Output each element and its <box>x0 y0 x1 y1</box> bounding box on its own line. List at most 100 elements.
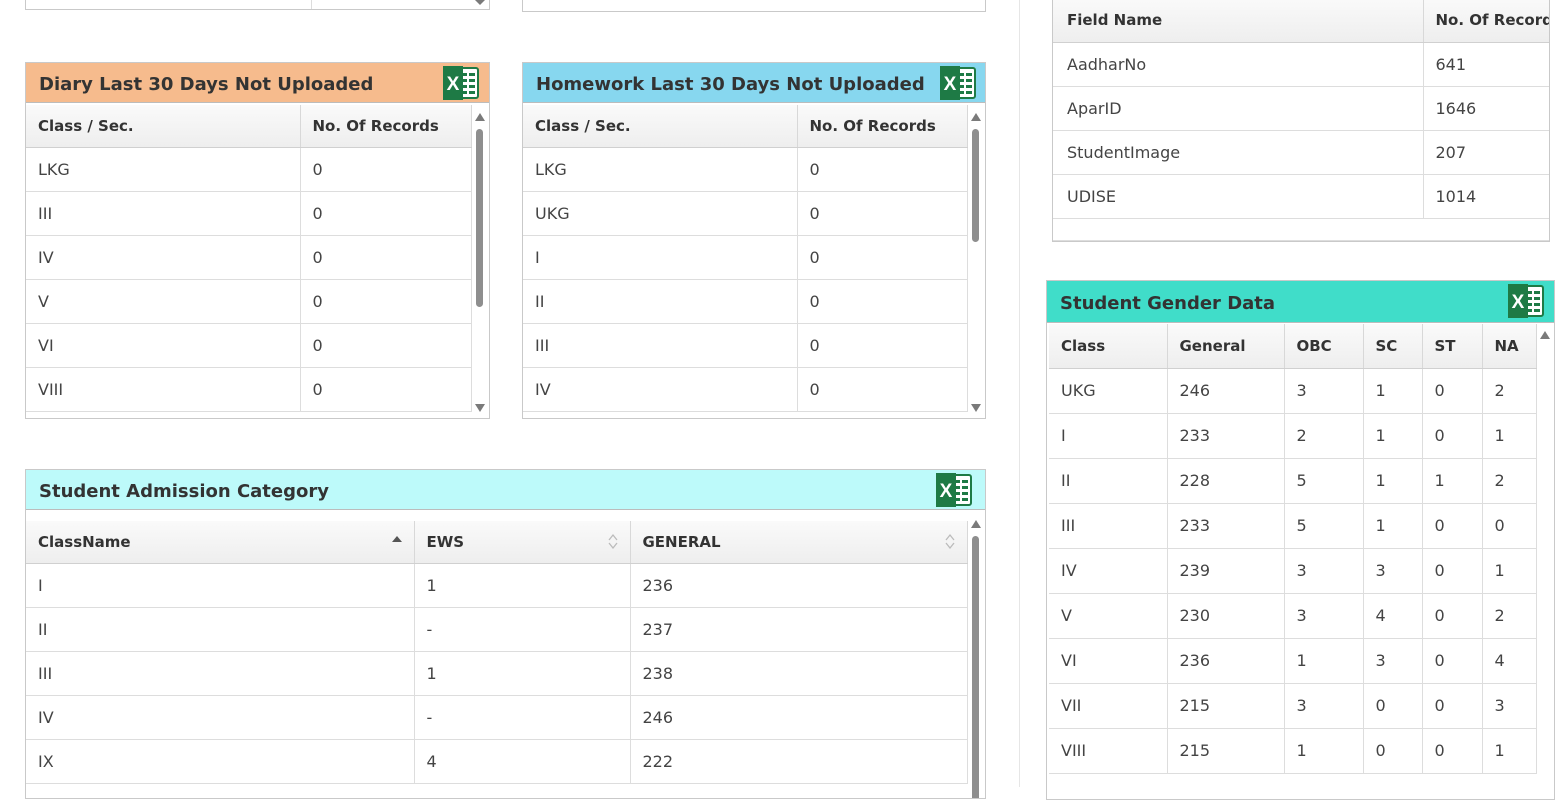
records-cell: 0 <box>300 191 472 236</box>
sc-cell: 4 <box>1363 593 1423 639</box>
sort-icon[interactable] <box>944 533 955 549</box>
table-row[interactable]: III 1 238 <box>26 651 968 696</box>
na-cell: 2 <box>1482 458 1537 504</box>
table-row[interactable]: LKG 0 <box>26 147 472 192</box>
st-cell: 0 <box>1422 728 1483 774</box>
sort-icon[interactable] <box>607 533 618 549</box>
column-header-class[interactable]: Class <box>1049 324 1168 369</box>
table-row[interactable]: VI 0 <box>26 323 472 368</box>
column-header-general[interactable]: General <box>1167 324 1285 369</box>
table-row[interactable]: IV 0 <box>523 367 968 412</box>
diary-table: Class / Sec. No. Of Records LKG 0 III 0 IV 0 V… <box>26 105 472 412</box>
general-cell: 233 <box>1167 413 1285 459</box>
column-header-classname[interactable]: ClassName <box>26 521 415 564</box>
class-cell: UKG <box>523 191 798 236</box>
na-cell: 2 <box>1482 368 1537 414</box>
table-row[interactable]: V 230 3 4 0 2 <box>1049 593 1537 639</box>
field-name-cell: UDISE <box>1053 174 1424 219</box>
table-row[interactable]: I 233 2 1 0 1 <box>1049 413 1537 459</box>
obc-cell: 3 <box>1284 683 1364 729</box>
table-row[interactable]: UKG 0 <box>523 191 968 236</box>
class-cell: III <box>1049 503 1168 549</box>
table-row[interactable]: III 0 <box>523 323 968 368</box>
table-row[interactable]: AparID 1646 <box>1053 86 1549 131</box>
column-header-records[interactable]: No. Of Records <box>1423 0 1549 43</box>
table-row[interactable]: IV 0 <box>26 235 472 280</box>
table-row[interactable]: VIII 0 <box>26 367 472 412</box>
table-row[interactable]: IV -246 <box>26 695 968 740</box>
scroll-thumb[interactable] <box>476 129 483 307</box>
table-row[interactable]: II 0 <box>523 279 968 324</box>
diary-scrollbar[interactable] <box>473 107 487 415</box>
na-cell: 1 <box>1482 413 1537 459</box>
table-row[interactable]: UDISE 1014 <box>1053 174 1549 219</box>
table-row[interactable]: I 1 236 <box>26 563 968 608</box>
gender-panel-header: Student Gender Data X <box>1047 281 1554 323</box>
table-row[interactable]: I0 <box>523 235 968 280</box>
column-header-class[interactable]: Class / Sec. <box>26 105 301 148</box>
column-header-general[interactable]: GENERAL <box>630 521 968 564</box>
table-row[interactable]: VI 236 1 3 0 4 <box>1049 638 1537 684</box>
column-divider <box>1019 0 1020 787</box>
excel-export-icon[interactable]: X <box>443 66 479 100</box>
table-row[interactable]: III 233 5 1 0 0 <box>1049 503 1537 549</box>
column-header-records[interactable]: No. Of Records <box>797 105 968 148</box>
records-cell: 0 <box>797 367 968 412</box>
st-cell: 0 <box>1422 638 1483 684</box>
column-header-ews[interactable]: EWS <box>414 521 631 564</box>
scroll-thumb[interactable] <box>972 129 979 242</box>
general-cell: 236 <box>1167 638 1285 684</box>
column-header-st[interactable]: ST <box>1422 324 1483 369</box>
scroll-up-icon[interactable] <box>1540 331 1550 339</box>
sc-cell: 3 <box>1363 638 1423 684</box>
table-row[interactable]: IX 4 222 <box>26 739 968 784</box>
gender-scrollbar[interactable] <box>1538 325 1552 795</box>
class-cell: III <box>523 323 798 368</box>
table-row[interactable]: V0 <box>26 279 472 324</box>
table-row[interactable]: II 228 5 1 1 2 <box>1049 458 1537 504</box>
excel-export-icon[interactable]: X <box>1508 284 1544 318</box>
ews-cell: 1 <box>414 563 631 608</box>
table-row[interactable]: StudentImage 207 <box>1053 130 1549 175</box>
table-row[interactable]: II -237 <box>26 607 968 652</box>
ews-cell: 4 <box>414 739 631 784</box>
scroll-up-icon[interactable] <box>475 113 485 121</box>
table-row[interactable]: VIII 215 1 0 0 1 <box>1049 728 1537 774</box>
ews-cell: - <box>414 695 631 740</box>
general-cell: 215 <box>1167 683 1285 729</box>
admission-scrollbar[interactable] <box>969 514 983 798</box>
scroll-up-icon[interactable] <box>971 520 981 528</box>
column-header-class[interactable]: Class / Sec. <box>523 105 798 148</box>
general-cell: 236 <box>630 563 968 608</box>
excel-export-icon[interactable]: X <box>936 473 972 507</box>
column-header-sc[interactable]: SC <box>1363 324 1423 369</box>
table-row[interactable]: IV 239 3 3 0 1 <box>1049 548 1537 594</box>
records-cell: 641 <box>1423 42 1549 87</box>
column-header-na[interactable]: NA <box>1482 324 1537 369</box>
table-row[interactable]: AadharNo 641 <box>1053 42 1549 87</box>
table-row[interactable]: III 0 <box>26 191 472 236</box>
sc-cell: 1 <box>1363 413 1423 459</box>
general-cell: 222 <box>630 739 968 784</box>
sort-ascending-icon[interactable] <box>391 534 402 550</box>
na-cell: 4 <box>1482 638 1537 684</box>
table-row[interactable]: LKG 0 <box>523 147 968 192</box>
na-cell: 1 <box>1482 728 1537 774</box>
column-header-records[interactable]: No. Of Records <box>300 105 472 148</box>
column-header-field-name[interactable]: Field Name <box>1053 0 1424 43</box>
scroll-down-icon[interactable] <box>475 404 485 412</box>
excel-export-icon[interactable]: X <box>940 66 976 100</box>
table-row[interactable]: UKG 246 3 1 0 2 <box>1049 368 1537 414</box>
missing-fields-panel: Field Name No. Of Records AadharNo 641 Apa… <box>1052 0 1550 242</box>
admission-panel-header: Student Admission Category X <box>26 470 985 510</box>
column-header-obc[interactable]: OBC <box>1284 324 1364 369</box>
records-cell: 0 <box>300 235 472 280</box>
scroll-thumb[interactable] <box>972 536 979 798</box>
scroll-up-icon[interactable] <box>971 113 981 121</box>
sc-cell: 0 <box>1363 683 1423 729</box>
homework-scrollbar[interactable] <box>969 107 983 415</box>
table-row[interactable]: VII 215 3 0 0 3 <box>1049 683 1537 729</box>
na-cell: 3 <box>1482 683 1537 729</box>
records-cell: 0 <box>300 147 472 192</box>
scroll-down-icon[interactable] <box>971 404 981 412</box>
